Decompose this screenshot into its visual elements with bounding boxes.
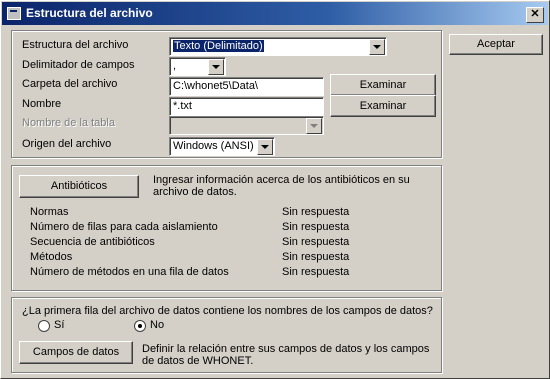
chevron-down-icon <box>306 118 322 134</box>
status-row-value: Sin respuesta <box>282 266 350 278</box>
status-row-label: Normas <box>30 206 69 218</box>
radio-yes[interactable] <box>38 320 50 332</box>
folder-label: Carpeta del archivo <box>22 78 118 90</box>
accept-button[interactable]: Aceptar <box>449 34 543 55</box>
origin-select[interactable]: Windows (ANSI) <box>169 137 275 156</box>
origin-select-value: Windows (ANSI) <box>173 140 254 152</box>
list-item: Secuencia de antibióticos Sin respuesta <box>30 236 430 251</box>
list-item: Número de métodos en una fila de datos S… <box>30 266 430 281</box>
browse-folder-button[interactable]: Examinar <box>330 74 436 96</box>
chevron-down-icon[interactable] <box>369 39 385 55</box>
delimiter-label: Delimitador de campos <box>22 59 135 71</box>
list-item: Normas Sin respuesta <box>30 206 430 221</box>
status-row-value: Sin respuesta <box>282 251 350 263</box>
status-row-label: Secuencia de antibióticos <box>30 236 155 248</box>
status-row-label: Número de métodos en una fila de datos <box>30 266 229 278</box>
title-bar[interactable]: Estructura del archivo ✕ <box>2 2 548 25</box>
close-button[interactable]: ✕ <box>526 7 544 23</box>
radio-no[interactable] <box>134 320 146 332</box>
chevron-down-icon[interactable] <box>208 59 224 75</box>
radio-yes-label[interactable]: Sí <box>54 319 64 331</box>
name-label: Nombre <box>22 98 62 110</box>
status-row-label: Número de filas para cada aislamiento <box>30 221 218 233</box>
list-item: Número de filas para cada aislamiento Si… <box>30 221 430 236</box>
radio-no-label[interactable]: No <box>150 319 164 331</box>
window-title: Estructura del archivo <box>26 6 153 20</box>
folder-input[interactable]: C:\whonet5\Data\ <box>169 77 324 96</box>
dialog-window: Estructura del archivo ✕ Aceptar Estruct… <box>0 0 550 379</box>
status-row-value: Sin respuesta <box>282 221 350 233</box>
window-icon <box>7 7 21 20</box>
antibiotics-description: Ingresar información acerca de los antib… <box>153 174 410 198</box>
antibiotics-button-label: Antibióticos <box>50 180 108 192</box>
structure-label: Estructura del archivo <box>22 39 129 51</box>
structure-select[interactable]: Texto (Delimitado) <box>169 37 387 56</box>
structure-select-value: Texto (Delimitado) <box>173 40 264 52</box>
name-input[interactable]: *.txt <box>169 97 324 116</box>
data-fields-button-label: Campos de datos <box>32 346 120 358</box>
status-row-value: Sin respuesta <box>282 236 350 248</box>
status-row-value: Sin respuesta <box>282 206 350 218</box>
browse-folder-label: Examinar <box>359 79 407 91</box>
data-fields-button[interactable]: Campos de datos <box>19 341 133 364</box>
browse-name-button[interactable]: Examinar <box>330 95 436 117</box>
status-row-label: Métodos <box>30 251 73 263</box>
delimiter-select[interactable]: , <box>169 57 226 76</box>
list-item: Métodos Sin respuesta <box>30 251 430 266</box>
data-fields-description: Definir la relación entre sus campos de … <box>142 343 430 367</box>
header-row-question: ¿La primera fila del archivo de datos co… <box>22 305 433 317</box>
origin-label: Origen del archivo <box>22 138 112 150</box>
table-name-label: Nombre de la tabla <box>22 117 115 129</box>
accept-button-label: Aceptar <box>477 38 515 50</box>
antibiotics-status-list: Normas Sin respuesta Número de filas par… <box>30 206 430 281</box>
chevron-down-icon[interactable] <box>257 139 273 155</box>
delimiter-select-value: , <box>173 60 177 72</box>
browse-name-label: Examinar <box>359 100 407 112</box>
antibiotics-button[interactable]: Antibióticos <box>19 175 139 198</box>
table-name-select <box>169 116 324 135</box>
